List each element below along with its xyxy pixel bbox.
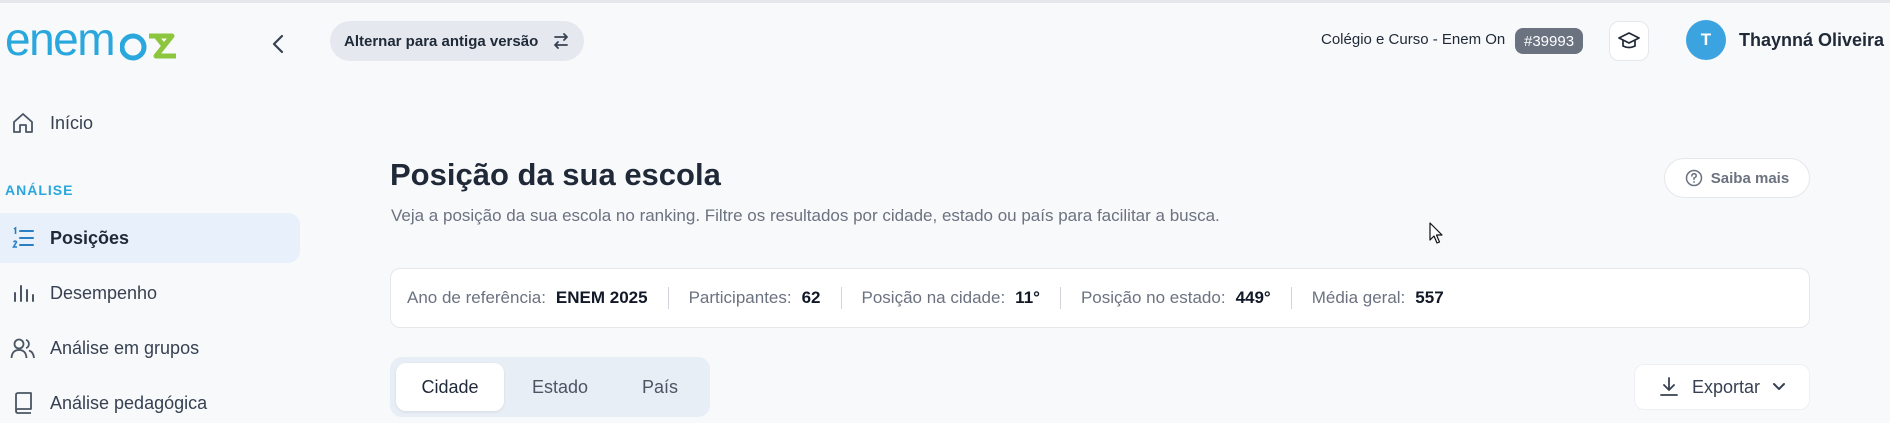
chevron-left-icon [272, 34, 284, 54]
users-icon [10, 335, 36, 361]
logo-text: enem [5, 13, 116, 65]
divider [1059, 287, 1061, 309]
graduation-cap-icon [1618, 32, 1640, 49]
sidebar-item-analise-pedagogica[interactable]: Análise pedagógica [0, 378, 300, 423]
sidebar-item-desempenho[interactable]: Desempenho [0, 268, 300, 318]
school-name: Colégio e Curso - Enem On [1321, 31, 1506, 48]
stat-label: Ano de referência: [407, 288, 546, 307]
divider [667, 287, 669, 309]
sidebar-section-label: ANÁLISE [5, 182, 74, 198]
stat-reference-year: Ano de referência: ENEM 2025 [407, 288, 648, 308]
list-numbered-icon [10, 225, 36, 251]
switch-version-button[interactable]: Alternar para antiga versão [330, 21, 585, 61]
page-subtitle: Veja a posição da sua escola no ranking.… [391, 206, 1220, 225]
tab-pais[interactable]: País [616, 363, 704, 411]
stat-city-position: Posição na cidade: 11° [862, 288, 1040, 308]
school-stats-bar: Ano de referência: ENEM 2025 Participant… [390, 268, 1810, 328]
stat-label: Posição no estado: [1080, 288, 1226, 307]
switch-school-button[interactable] [1609, 21, 1649, 61]
page-title: Posição da sua escola [390, 157, 721, 192]
scope-tabs: Cidade Estado País [390, 357, 710, 417]
stat-value: 557 [1415, 288, 1444, 307]
sidebar-item-inicio[interactable]: Início [0, 98, 300, 148]
sidebar-item-label: Início [50, 112, 94, 133]
mouse-pointer-icon [1429, 222, 1443, 244]
stat-label: Posição na cidade: [861, 288, 1006, 307]
help-button[interactable]: Saiba mais [1664, 158, 1810, 198]
export-label: Exportar [1691, 376, 1761, 397]
stat-value: 11° [1015, 288, 1040, 307]
book-icon [10, 390, 36, 416]
divider [1290, 287, 1292, 309]
top-border [0, 0, 1890, 3]
stat-overall-average: Média geral: 557 [1312, 288, 1444, 308]
swap-arrows-icon [554, 33, 569, 49]
stat-participants: Participantes: 62 [689, 288, 821, 308]
stat-label: Média geral: [1311, 288, 1406, 307]
tab-estado[interactable]: Estado [510, 363, 610, 411]
stat-label: Participantes: [688, 288, 792, 307]
logo-on-mark [120, 30, 178, 62]
sidebar-item-label: Análise em grupos [50, 337, 200, 358]
avatar[interactable]: T [1686, 20, 1726, 60]
question-circle-icon [1685, 169, 1703, 187]
home-icon [10, 110, 36, 136]
divider [840, 287, 842, 309]
user-name[interactable]: Thaynná Oliveira [1739, 30, 1884, 51]
collapse-sidebar-button[interactable] [262, 28, 294, 60]
stat-value: ENEM 2025 [555, 288, 648, 307]
tab-cidade[interactable]: Cidade [396, 363, 504, 411]
sidebar-item-posicoes[interactable]: Posições [0, 213, 300, 263]
stat-value: 62 [801, 288, 821, 307]
school-id-badge: #39993 [1515, 28, 1584, 54]
bar-chart-icon [10, 280, 36, 306]
stat-value: 449° [1235, 288, 1271, 307]
sidebar-item-label: Desempenho [50, 282, 158, 303]
export-button[interactable]: Exportar [1634, 364, 1810, 410]
sidebar-item-label: Posições [50, 227, 130, 248]
sidebar-item-label: Análise pedagógica [50, 392, 208, 413]
switch-version-label: Alternar para antiga versão [344, 32, 539, 50]
stat-state-position: Posição no estado: 449° [1081, 288, 1271, 308]
sidebar-item-analise-grupos[interactable]: Análise em grupos [0, 323, 300, 373]
enem-on-logo[interactable]: enem [5, 16, 178, 62]
chevron-down-icon [1773, 383, 1786, 390]
help-label: Saiba mais [1710, 169, 1790, 187]
download-icon [1660, 377, 1678, 396]
